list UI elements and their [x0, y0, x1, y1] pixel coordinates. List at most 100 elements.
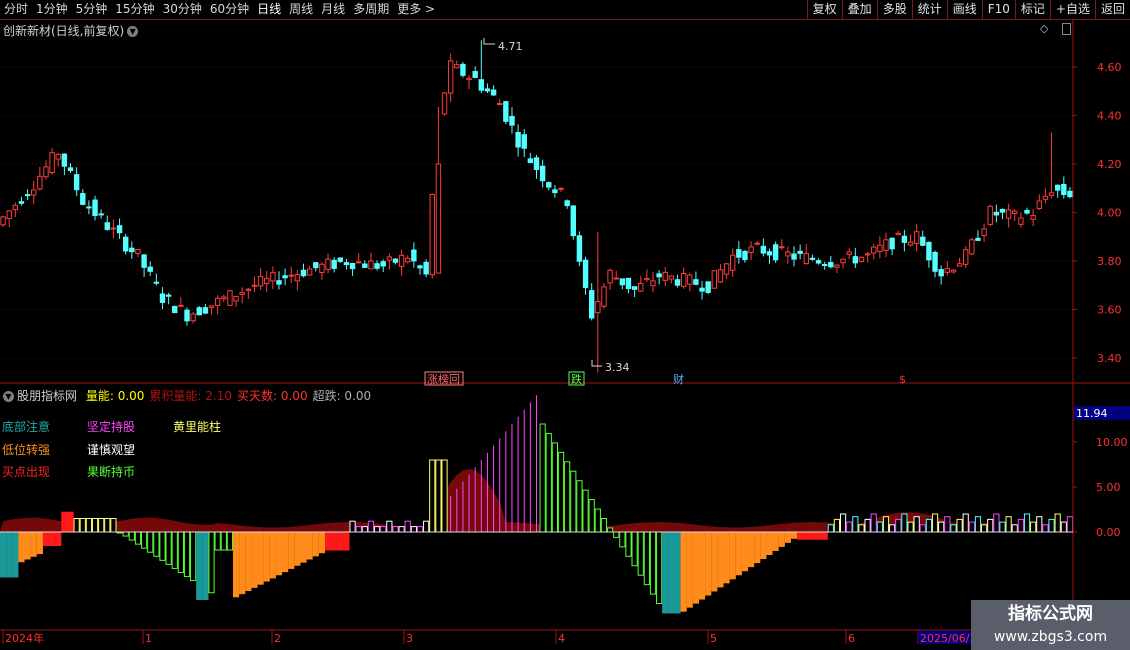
indicator-bar [919, 524, 926, 533]
indicator-bar [116, 531, 123, 534]
candle [570, 205, 576, 240]
candle [975, 230, 981, 242]
indicator-bar [809, 531, 816, 540]
candle [644, 269, 650, 282]
indicator-bar [214, 531, 221, 551]
indicator-bar [6, 531, 13, 578]
candle [221, 294, 227, 303]
candle-body [607, 269, 613, 284]
indicator-bar [717, 531, 724, 588]
indicator-bar [423, 520, 430, 533]
toolbar-button[interactable]: F10 [981, 0, 1015, 19]
candle [12, 202, 19, 218]
candle-body [760, 245, 767, 254]
candle-body [877, 244, 883, 252]
candle [80, 189, 86, 206]
main-chart-title[interactable]: 创新新材(日线,前复权) ▼ [3, 22, 139, 39]
candle-body [527, 158, 534, 164]
indicator-bar [606, 527, 614, 533]
candle-body [184, 309, 190, 322]
candle-body [668, 275, 675, 280]
candle [791, 246, 797, 267]
candle-body [417, 265, 423, 269]
indicator-bar [380, 526, 387, 533]
period-tab[interactable]: 5分钟 [72, 0, 112, 19]
candle-body [889, 237, 895, 250]
time-label: 1 [145, 632, 152, 645]
legend-item: 黄里能柱 [173, 420, 222, 434]
period-tab[interactable]: 分时 [0, 0, 32, 19]
period-tab[interactable]: 30分钟 [159, 0, 206, 19]
candle-body [454, 64, 460, 69]
candle [184, 307, 190, 326]
candle [533, 154, 540, 179]
candle [208, 305, 215, 315]
indicator-bar [723, 531, 730, 584]
candle [693, 271, 699, 286]
indicator-bar [1036, 516, 1043, 533]
indicator-bar [1017, 518, 1024, 533]
candle [454, 60, 460, 69]
indicator-bar [938, 521, 945, 533]
price-chart[interactable]: 4.60 4.40 4.20 4.00 3.80 3.60 3.40 4.71 3.34 涨榜回 跌… [0, 0, 1130, 650]
indicator-bar [613, 531, 620, 538]
candle-body [975, 237, 981, 241]
candle [405, 255, 411, 264]
indicator-field: 超跌: 0.00 [312, 389, 372, 403]
candle [147, 261, 153, 276]
candle-body [840, 258, 846, 264]
indicator-bar [729, 531, 736, 580]
candle [631, 286, 638, 298]
toolbar-button[interactable]: 标记 [1014, 0, 1050, 19]
toolbar-button[interactable]: 多股 [876, 0, 912, 19]
candle-body [926, 241, 932, 261]
candle [656, 270, 662, 285]
indicator-bar [153, 531, 160, 557]
candle [478, 40, 485, 94]
toolbar-button[interactable]: 返回 [1094, 0, 1130, 19]
toolbar-button[interactable]: 画线 [946, 0, 982, 19]
candle [613, 270, 619, 280]
candle-body [147, 266, 153, 272]
candle-body [331, 259, 337, 269]
candle [343, 258, 350, 270]
period-tab[interactable]: 多周期 [349, 0, 393, 19]
candle [920, 230, 926, 247]
candle-body [582, 259, 589, 289]
period-tab[interactable]: 日线 [253, 0, 285, 19]
diamond-icon[interactable]: ◇ [1040, 22, 1048, 35]
toolbar-button[interactable]: 叠加 [841, 0, 877, 19]
period-tab[interactable]: 月线 [317, 0, 349, 19]
indicator-bar [564, 461, 571, 533]
indicator-bar [686, 531, 693, 608]
candle [999, 208, 1006, 220]
candle-body [785, 251, 791, 257]
period-tab[interactable]: 更多 > [393, 0, 439, 19]
indicator-bar [226, 531, 234, 551]
period-tab[interactable]: 1分钟 [32, 0, 72, 19]
candle [889, 237, 895, 255]
chevron-down-icon[interactable]: ▼ [127, 26, 139, 37]
indicator-bar [0, 531, 7, 578]
indicator-bar [42, 531, 50, 546]
period-tab[interactable]: 15分钟 [111, 0, 158, 19]
indicator-bar [913, 516, 920, 533]
indicator-name[interactable]: 股朋指标网 [17, 389, 77, 403]
chevron-down-icon[interactable]: ▼ [3, 391, 14, 402]
candle-body [0, 216, 6, 226]
indicator-bar [901, 513, 908, 533]
toolbar-button[interactable]: +自选 [1049, 0, 1095, 19]
toolbar-button[interactable]: 统计 [911, 0, 947, 19]
candle [202, 303, 209, 315]
event-marker: $ [899, 373, 906, 386]
candle [110, 219, 117, 239]
indicator-bar [600, 518, 608, 533]
candle [368, 252, 374, 270]
period-tab[interactable]: 周线 [285, 0, 317, 19]
period-tab[interactable]: 60分钟 [206, 0, 253, 19]
indicator-bar [748, 531, 755, 568]
panel-toggle-icon[interactable] [1062, 23, 1071, 35]
candle [349, 262, 356, 276]
indicator-bar [588, 499, 595, 533]
toolbar-button[interactable]: 复权 [806, 0, 842, 19]
